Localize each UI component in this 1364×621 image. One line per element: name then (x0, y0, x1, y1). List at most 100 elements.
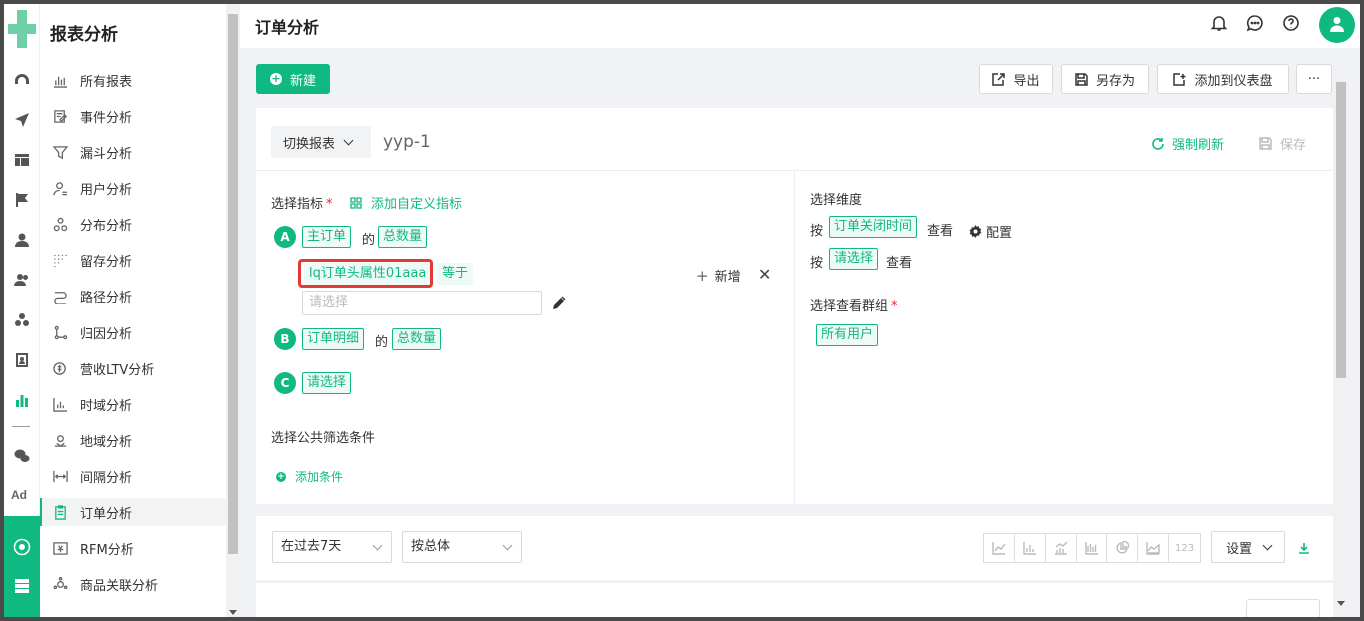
export-label: 导出 (1013, 73, 1040, 89)
pie-chart-icon (1116, 541, 1130, 554)
layout-icon[interactable] (12, 150, 32, 170)
sidebar-scrollbar[interactable] (226, 4, 240, 617)
edit-list-icon (52, 108, 68, 124)
sidebar-item-all-reports[interactable]: 所有报表 (40, 66, 226, 94)
sidebar-item-label: 营收LTV分析 (80, 362, 155, 378)
user-icon[interactable] (12, 230, 32, 250)
bar-chart-icon (1023, 542, 1036, 555)
sidebar-item-geo-analysis[interactable]: 地域分析 (40, 426, 226, 454)
query-bar: 在过去7天 按总体 123 设置 (256, 516, 1333, 580)
group-by-select[interactable]: 按总体 (402, 531, 522, 563)
sidebar-item-retention-analysis[interactable]: 留存分析 (40, 246, 226, 274)
dashboard-icon[interactable] (12, 70, 32, 90)
send-icon[interactable] (12, 110, 32, 130)
pencil-icon[interactable] (552, 296, 566, 310)
sidebar-item-user-analysis[interactable]: 用户分析 (40, 174, 226, 202)
save-as-button[interactable]: 另存为 (1061, 64, 1149, 94)
sidebar-item-product-link-analysis[interactable]: 商品关联分析 (40, 570, 226, 598)
cluster-icon[interactable] (12, 310, 32, 330)
sidebar-item-order-analysis[interactable]: 订单分析 (40, 498, 226, 526)
metric-letter-b: B (274, 328, 296, 350)
sidebar-item-label: 订单分析 (80, 506, 133, 522)
number-view-button[interactable]: 123 (1169, 534, 1200, 562)
metric-a-source-tag[interactable]: 主订单 (302, 226, 352, 248)
sidebar-item-label: 事件分析 (80, 110, 133, 126)
metrics-label: 选择指标 * (271, 197, 333, 212)
new-button[interactable]: + 新建 (256, 64, 330, 94)
export-button[interactable]: 导出 (979, 64, 1053, 94)
metric-letter-a: A (274, 226, 296, 248)
area-chart-button[interactable] (1138, 534, 1170, 562)
add-condition-button[interactable]: + 添加条件 (276, 468, 343, 485)
result-toolbar-box[interactable] (1246, 599, 1320, 617)
filter-operator-tag[interactable]: 等于 (437, 263, 474, 285)
close-icon[interactable]: ✕ (758, 265, 771, 284)
add-custom-metric-link[interactable]: 添加自定义指标 (350, 193, 462, 212)
settings-dropdown[interactable]: 设置 (1211, 531, 1285, 563)
rail-bottom-section (4, 516, 40, 617)
switch-report-dropdown[interactable]: 切换报表 (271, 126, 371, 158)
bar-chart-button[interactable] (1015, 534, 1046, 562)
wechat-icon[interactable] (12, 446, 32, 466)
group-tag[interactable]: 所有用户 (816, 324, 879, 346)
sidebar-item-label: 商品关联分析 (80, 578, 159, 594)
combo-chart-button[interactable] (1046, 534, 1077, 562)
metric-b-source-tag[interactable]: 订单明细 (302, 328, 365, 350)
download-icon[interactable] (1298, 542, 1310, 558)
sidebar-item-funnel-analysis[interactable]: 漏斗分析 (40, 138, 226, 166)
sidebar-item-ltv-analysis[interactable]: 营收LTV分析 (40, 354, 226, 382)
dimension-second-tag[interactable]: 请选择 (829, 248, 879, 270)
sidebar-item-event-analysis[interactable]: 事件分析 (40, 102, 226, 130)
save-as-label: 另存为 (1095, 73, 1135, 89)
settings-hub-icon[interactable] (13, 538, 31, 556)
profile-card-icon[interactable] (12, 350, 32, 370)
sidebar-item-rfm-analysis[interactable]: RFM分析 (40, 534, 226, 562)
sidebar-item-distribution-analysis[interactable]: 分布分析 (40, 210, 226, 238)
more-icon: ··· (1307, 71, 1321, 87)
report-name[interactable]: yyp-1 (383, 132, 431, 152)
bell-icon[interactable] (1210, 14, 1228, 32)
sidebar-item-label: RFM分析 (80, 542, 134, 558)
ad-icon[interactable]: Ad (11, 488, 27, 502)
time-range-select[interactable]: 在过去7天 (272, 531, 392, 563)
add-condition-label: 添加条件 (295, 470, 344, 484)
filter-value-input[interactable]: 请选择 (302, 291, 542, 315)
attribution-icon (52, 324, 68, 340)
flag-icon[interactable] (12, 190, 32, 210)
sidebar-item-interval-analysis[interactable]: 间隔分析 (40, 462, 226, 490)
dimension-first-tag[interactable]: 订单关闭时间 (829, 216, 918, 238)
config-button[interactable]: 配置 (969, 222, 1012, 241)
more-button[interactable]: ··· (1296, 64, 1332, 94)
save-button[interactable]: 保存 (1259, 134, 1306, 153)
switch-report-label: 切换报表 (283, 136, 336, 152)
sidebar-item-attribution-analysis[interactable]: 归因分析 (40, 318, 226, 346)
distribution-icon (52, 216, 68, 232)
metric-c-source-tag[interactable]: 请选择 (302, 372, 352, 394)
line-chart-button[interactable] (984, 534, 1015, 562)
chevron-down-icon (502, 540, 513, 551)
add-filter-button[interactable]: + 新增 (696, 266, 741, 286)
main-scrollbar[interactable] (1333, 78, 1349, 608)
avatar[interactable] (1319, 7, 1355, 43)
server-icon[interactable] (13, 577, 31, 595)
highlight-box (298, 259, 433, 288)
sidebar-item-path-analysis[interactable]: 路径分析 (40, 282, 226, 310)
plus-icon: + (696, 266, 709, 285)
message-icon[interactable] (1246, 14, 1264, 32)
metric-letter-c: C (274, 372, 296, 394)
page-title: 订单分析 (255, 18, 320, 37)
metric-b-measure-tag[interactable]: 总数量 (392, 328, 442, 350)
users-icon[interactable] (12, 270, 32, 290)
force-refresh-button[interactable]: 强制刷新 (1151, 134, 1224, 153)
help-icon[interactable] (1282, 14, 1300, 32)
stacked-bar-button[interactable] (1077, 534, 1108, 562)
sidebar-item-time-analysis[interactable]: 时域分析 (40, 390, 226, 418)
metric-a-measure-tag[interactable]: 总数量 (378, 226, 428, 248)
analytics-icon[interactable] (12, 390, 32, 410)
of-word: 的 (375, 335, 389, 350)
report-config-card: 切换报表 yyp-1 强制刷新 保存 选择指标 * 添加自定义指标 A 主订单 的… (256, 108, 1333, 504)
pie-chart-button[interactable] (1107, 534, 1139, 562)
funnel-icon (52, 144, 68, 160)
add-to-dashboard-button[interactable]: 添加到仪表盘 (1157, 64, 1289, 94)
time-range-value: 在过去7天 (281, 539, 342, 554)
